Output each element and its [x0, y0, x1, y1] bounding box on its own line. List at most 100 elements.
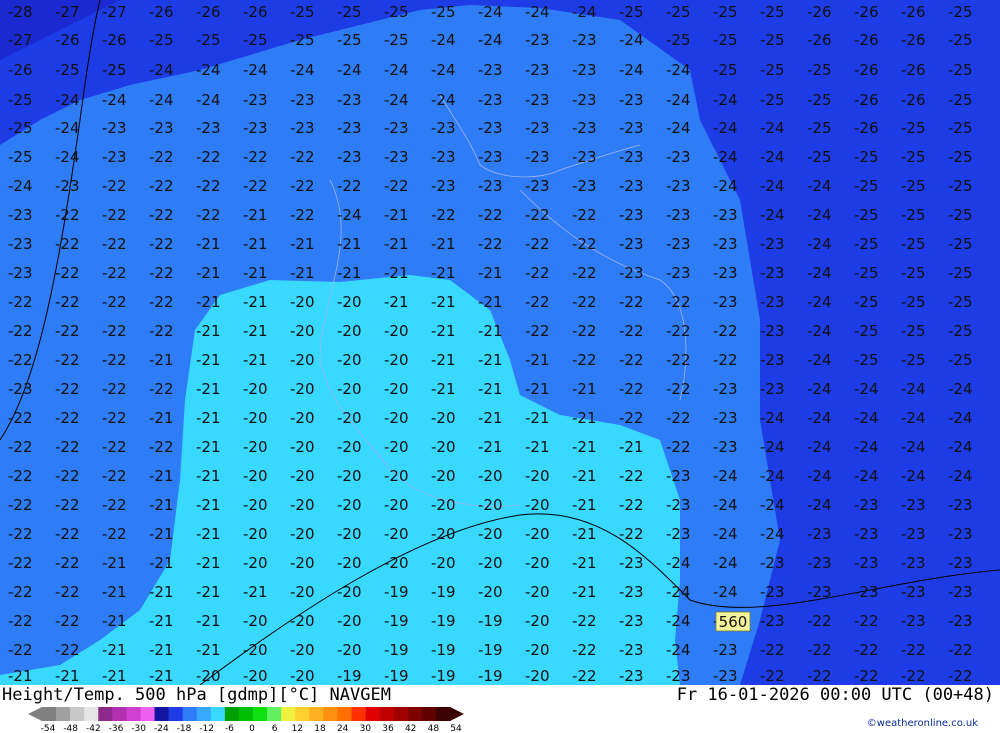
legend-swatch: [70, 707, 85, 721]
temperature-value: -19: [384, 667, 409, 685]
temperature-value: -23: [619, 148, 644, 166]
legend-swatches: [28, 707, 464, 721]
temperature-value: -25: [854, 351, 879, 369]
temperature-value: -23: [337, 91, 362, 109]
temperature-value: -22: [8, 293, 33, 311]
temperature-value: -23: [666, 525, 691, 543]
temperature-value: -21: [149, 667, 174, 685]
legend-tick-label: -24: [154, 724, 169, 733]
legend-swatch: [98, 707, 113, 721]
temperature-value: -23: [8, 380, 33, 398]
temperature-value: -20: [290, 583, 315, 601]
temperature-value: -21: [478, 322, 503, 340]
temperature-value: -23: [525, 177, 550, 195]
temperature-value: -22: [290, 206, 315, 224]
temperature-value: -21: [478, 438, 503, 456]
temperature-value: -21: [196, 525, 221, 543]
temperature-value: -24: [948, 438, 973, 456]
temperature-value: -22: [619, 409, 644, 427]
temperature-value: -25: [807, 148, 832, 166]
temperature-value: -20: [337, 351, 362, 369]
temperature-value: -21: [572, 525, 597, 543]
temperature-value: -25: [854, 264, 879, 282]
temperature-value: -25: [243, 31, 268, 49]
temperature-value: -22: [901, 667, 926, 685]
temperature-value: -25: [901, 351, 926, 369]
temperature-value: -22: [55, 496, 80, 514]
temperature-value: -20: [337, 525, 362, 543]
legend-tick-label: -6: [225, 724, 234, 733]
temperature-value: -24: [713, 583, 738, 601]
temperature-value: -20: [384, 554, 409, 572]
temperature-value: -20: [384, 438, 409, 456]
legend-arrow-low: [28, 707, 42, 721]
temperature-value: -21: [196, 438, 221, 456]
temperature-value: -28: [8, 3, 33, 21]
temperature-value: -22: [478, 235, 503, 253]
temperature-value: -25: [854, 322, 879, 340]
temperature-value: -21: [572, 496, 597, 514]
temperature-value: -24: [196, 61, 221, 79]
temperature-value: -25: [901, 235, 926, 253]
temperature-value: -20: [290, 293, 315, 311]
temperature-value: -23: [525, 31, 550, 49]
temperature-value: -23: [337, 119, 362, 137]
temperature-value: -20: [290, 467, 315, 485]
temperature-value: -22: [102, 467, 127, 485]
temperature-value: -23: [760, 351, 785, 369]
credit-link[interactable]: ©weatheronline.co.uk: [867, 718, 978, 729]
temperature-value: -21: [290, 235, 315, 253]
temperature-value: -22: [572, 612, 597, 630]
temperature-value: -22: [55, 206, 80, 224]
temperature-value: -25: [854, 235, 879, 253]
temperature-value: -22: [102, 293, 127, 311]
temperature-value: -24: [666, 119, 691, 137]
temperature-value: -23: [478, 148, 503, 166]
legend-swatch: [84, 707, 99, 721]
temperature-value: -20: [337, 583, 362, 601]
temperature-value: -23: [384, 119, 409, 137]
temperature-value: -20: [290, 554, 315, 572]
temperature-value: -22: [243, 177, 268, 195]
temperature-value: -25: [948, 351, 973, 369]
temperature-value: -26: [102, 31, 127, 49]
temperature-value: -25: [149, 31, 174, 49]
temperature-value: -22: [55, 525, 80, 543]
temperature-value: -21: [196, 583, 221, 601]
temperature-value: -23: [243, 119, 268, 137]
temperature-value: -24: [337, 61, 362, 79]
temperature-value: -19: [478, 612, 503, 630]
temperature-value: -26: [901, 61, 926, 79]
temperature-value: -20: [337, 612, 362, 630]
temperature-value: -22: [431, 206, 456, 224]
temperature-value: -23: [290, 91, 315, 109]
temperature-value: -22: [901, 641, 926, 659]
temperature-value: -24: [619, 31, 644, 49]
legend-swatch: [210, 707, 226, 721]
temperature-value: -22: [102, 235, 127, 253]
temperature-value: -21: [572, 583, 597, 601]
temperature-value: -23: [854, 525, 879, 543]
temperature-value: -25: [948, 31, 973, 49]
temperature-value: -25: [901, 293, 926, 311]
temperature-value: -23: [807, 525, 832, 543]
temperature-value: -25: [854, 148, 879, 166]
temperature-value: -22: [55, 612, 80, 630]
legend-swatch: [42, 707, 57, 721]
temperature-value: -22: [760, 641, 785, 659]
temperature-value: -22: [102, 380, 127, 398]
temperature-value: -24: [196, 91, 221, 109]
temperature-value: -24: [807, 322, 832, 340]
temperature-value: -21: [102, 641, 127, 659]
temperature-value: -23: [854, 583, 879, 601]
temperature-value: -20: [290, 496, 315, 514]
temperature-value: -21: [196, 467, 221, 485]
temperature-value: -21: [8, 667, 33, 685]
temperature-value: -22: [196, 177, 221, 195]
temperature-value: -21: [149, 467, 174, 485]
temperature-value: -20: [384, 467, 409, 485]
temperature-value: -23: [572, 91, 597, 109]
temperature-value: -24: [619, 61, 644, 79]
temperature-value: -26: [243, 3, 268, 21]
temperature-value: -22: [572, 641, 597, 659]
